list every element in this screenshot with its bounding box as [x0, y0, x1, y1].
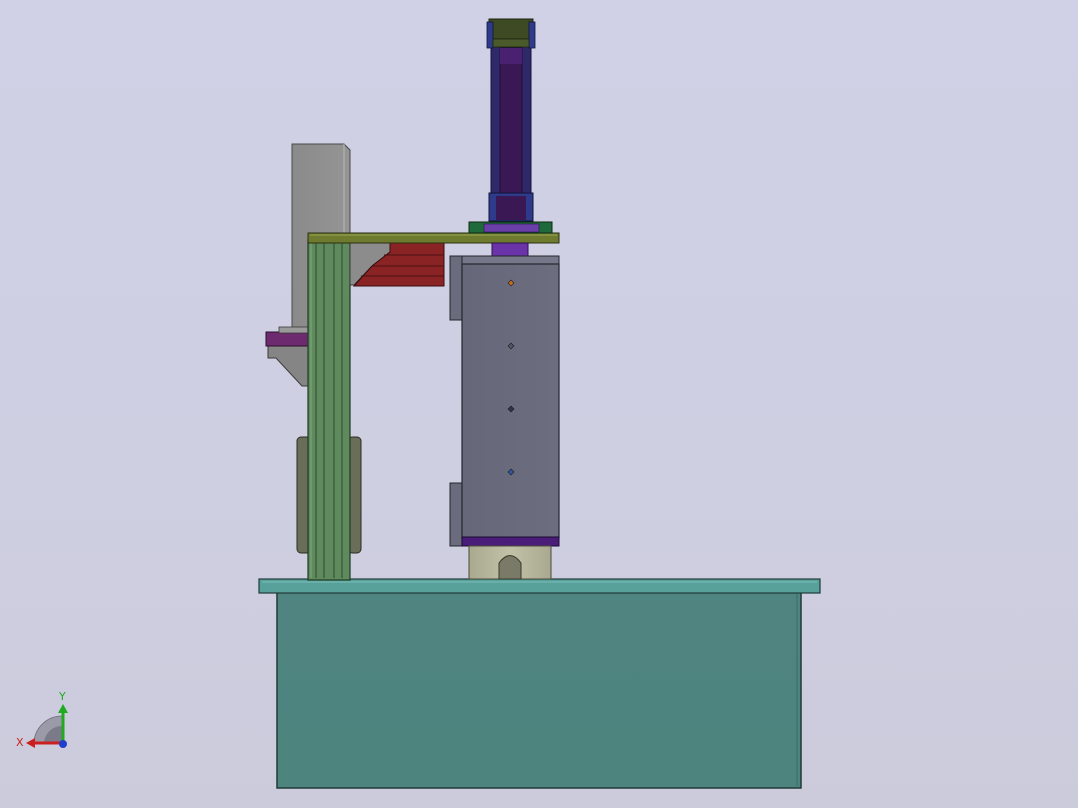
cad-model-view[interactable]: Y X [0, 0, 1078, 808]
cylinder-top-cap-side-right [528, 21, 536, 49]
cylinder-flange-center [483, 223, 540, 233]
bottom-die-block[interactable] [468, 545, 552, 580]
cylinder-rod-coupling[interactable] [491, 242, 529, 258]
housing-body [461, 263, 560, 539]
gusset-body [267, 345, 311, 387]
table-top-plate[interactable] [258, 578, 821, 594]
cylinder-bottom-cap-inner [496, 196, 526, 220]
coordinate-triad: Y X [16, 690, 68, 749]
triad-y-arrowhead [58, 704, 68, 713]
cylinder-top-cap-side-left [486, 21, 494, 49]
triad-z-axis [59, 740, 67, 748]
top-crossbeam-plate[interactable] [307, 232, 560, 244]
triad-x-arrowhead [26, 738, 35, 748]
press-base-ring[interactable] [461, 536, 560, 547]
pneumatic-cylinder[interactable] [468, 18, 553, 258]
cylinder-top-collar [492, 38, 530, 48]
triad-y-label: Y [58, 690, 66, 703]
column-body [307, 239, 351, 581]
column-gusset-bracket[interactable] [265, 326, 311, 387]
housing-top-lip [461, 255, 560, 265]
housing-left-ear-top [449, 255, 463, 321]
cad-viewport[interactable]: Y X [0, 0, 1078, 808]
purple-clamp-block[interactable] [265, 331, 311, 347]
clamp-top-plate [278, 326, 311, 334]
housing-left-ear-bottom [449, 482, 463, 547]
press-housing-box[interactable] [449, 255, 560, 547]
vertical-column-profile[interactable] [307, 239, 351, 581]
cylinder-inner-top [500, 48, 522, 64]
cylinder-top-cap[interactable] [488, 18, 534, 40]
die-slot [498, 555, 522, 580]
triad-x-label: X [16, 736, 24, 749]
table-body [276, 591, 802, 789]
base-table[interactable] [258, 578, 821, 789]
